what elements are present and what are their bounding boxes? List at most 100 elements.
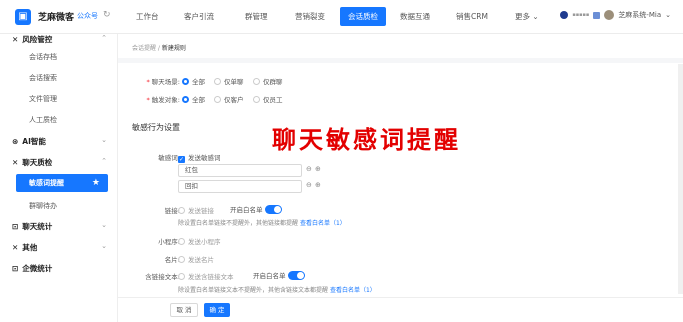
option-label: 仅单聊	[224, 78, 244, 86]
chevron-down-icon[interactable]: ⌄	[101, 136, 107, 144]
tab-sales-crm[interactable]: 销售CRM	[456, 11, 488, 22]
miniapp-option[interactable]: 发送小程序	[178, 236, 221, 246]
remove-circle-icon[interactable]: ⊖	[306, 181, 312, 189]
linktext-option[interactable]: 发送含链接文本	[178, 271, 234, 281]
scene-label-text: 聊天场景:	[151, 78, 180, 86]
form-footer: 取 消 确 定	[118, 297, 683, 322]
sidebar-group-risk[interactable]: ✕ 风险管控	[12, 34, 52, 45]
top-navigation-bar: ▣ 芝麻微客 公众号 ↻ 工作台 客户引流 群管理 营销裂变 会话质检 数据互通…	[0, 0, 683, 34]
section-title: 敏感行为设置	[132, 123, 180, 132]
scene-option-all[interactable]: 全部	[182, 76, 205, 86]
chat-qc-icon: ✕	[12, 158, 19, 167]
scrollbar[interactable]	[678, 64, 683, 294]
sidebar-item-chat-archive[interactable]: 会话存档	[29, 52, 57, 62]
add-circle-icon[interactable]: ⊕	[315, 165, 321, 173]
chevron-down-icon: ⌄	[532, 12, 539, 21]
link-whitelist-toggle[interactable]: 开启白名单	[230, 204, 282, 214]
link-whitelist-view[interactable]: 查看白名单（1）	[300, 220, 346, 227]
link-option[interactable]: 发送链接	[178, 205, 214, 215]
scene-option-single[interactable]: 仅单聊	[214, 76, 244, 86]
sidebar-group-label: AI智能	[22, 137, 46, 146]
scene-option-group[interactable]: 仅群聊	[253, 76, 283, 86]
linktext-hint-text: 除设置白名单链接文本不提醒外，其他含链接文本都提醒	[178, 287, 329, 294]
checkbox-icon	[178, 256, 185, 263]
option-label: 全部	[192, 78, 205, 86]
sidebar-item-sensitive-word-alert[interactable]: 敏感词提醒 ★	[16, 174, 108, 192]
sidebar-group-other[interactable]: ✕ 其他	[12, 242, 37, 253]
option-label: 发送小程序	[188, 238, 221, 246]
cancel-button[interactable]: 取 消	[170, 303, 198, 317]
overlay-title: 聊天敏感词提醒	[272, 125, 461, 154]
sidebar-item-chat-search[interactable]: 会话搜索	[29, 73, 57, 83]
tab-workbench[interactable]: 工作台	[136, 11, 159, 22]
sidebar-group-label: 企微统计	[22, 264, 53, 273]
option-label: 仅员工	[263, 96, 283, 104]
org-badge-icon	[560, 11, 569, 19]
option-label: 仅群聊	[263, 78, 283, 86]
tab-more-label: 更多	[515, 12, 530, 21]
trigger-option-staff[interactable]: 仅员工	[253, 94, 283, 104]
option-label: 发送链接	[188, 207, 214, 215]
refresh-icon[interactable]: ↻	[103, 10, 111, 20]
tab-session-qc[interactable]: 会话质检	[340, 7, 386, 26]
user-area[interactable]: ▪▪▪▪▪ 芝麻系统-Mia ⌄	[560, 10, 671, 20]
star-icon[interactable]: ★	[92, 174, 100, 192]
sidebar-group-label: 其他	[22, 243, 38, 252]
sidebar-group-ai[interactable]: ⊛ AI智能	[12, 136, 46, 147]
link-hint: 除设置白名单链接不提醒外，其他链接都提醒 查看白名单（1）	[178, 218, 346, 227]
sidebar: ✕ 风险管控 ⌃ 会话存档 会话搜索 文件管理 人工质检 ⊛ AI智能 ⌄ ✕ 聊天质…	[0, 34, 118, 322]
risk-control-icon: ✕	[12, 35, 19, 44]
breadcrumb-parent[interactable]: 会话提醒	[132, 45, 156, 52]
sensitive-checkbox[interactable]: ✓ 发送敏感词	[178, 152, 221, 163]
tab-more[interactable]: 更多 ⌄	[515, 11, 539, 22]
chevron-down-icon[interactable]: ⌄	[101, 221, 107, 229]
sidebar-item-label: 敏感词提醒	[29, 179, 64, 187]
chevron-up-icon[interactable]: ⌃	[101, 157, 107, 165]
scene-label: * 聊天场景:	[146, 78, 180, 86]
toggle-label: 开启白名单	[253, 272, 286, 280]
sidebar-group-wecom-stats[interactable]: ⊡ 企微统计	[12, 263, 52, 274]
tab-customer-acquisition[interactable]: 客户引流	[184, 11, 214, 22]
linktext-whitelist-toggle[interactable]: 开启白名单	[253, 270, 305, 280]
checkbox-label: 发送敏感词	[188, 154, 221, 162]
option-label: 发送名片	[188, 256, 214, 264]
sidebar-item-group-todo[interactable]: 群聊待办	[29, 201, 57, 211]
tab-marketing-fission[interactable]: 营销裂变	[295, 11, 325, 22]
toggle-on-icon[interactable]	[264, 205, 282, 214]
tab-group-management[interactable]: 群管理	[245, 11, 268, 22]
checkbox-checked-icon: ✓	[178, 156, 185, 163]
sensitive-word-input-1[interactable]: 红包	[178, 164, 302, 177]
ai-icon: ⊛	[12, 137, 19, 146]
avatar[interactable]	[604, 10, 615, 20]
miniapp-label: 小程序:	[158, 238, 180, 246]
option-label: 仅客户	[224, 96, 244, 104]
card-option[interactable]: 发送名片	[178, 254, 214, 264]
main-content: 会话提醒 / 新建规则 * 聊天场景: 全部 仅单聊 仅群聊 * 触发对象: 全部 …	[118, 34, 683, 322]
app-logo: ▣	[15, 9, 31, 25]
trigger-option-all[interactable]: 全部	[182, 94, 205, 104]
sidebar-group-chat-qc[interactable]: ✕ 聊天质检	[12, 157, 52, 168]
confirm-button[interactable]: 确 定	[204, 303, 230, 317]
toggle-on-icon[interactable]	[287, 271, 305, 280]
linktext-label: 含链接文本:	[145, 273, 180, 281]
sidebar-group-label: 聊天质检	[22, 158, 53, 167]
chevron-down-icon[interactable]: ⌄	[665, 11, 671, 19]
user-name[interactable]: 芝麻系统-Mia	[618, 10, 661, 20]
sensitive-word-input-2[interactable]: 回扣	[178, 180, 302, 193]
radio-icon	[253, 96, 260, 103]
sidebar-item-manual-qc[interactable]: 人工质检	[29, 115, 57, 125]
tab-data-interop[interactable]: 数据互通	[400, 11, 430, 22]
radio-checked-icon	[182, 78, 189, 85]
chevron-down-icon[interactable]: ⌄	[101, 242, 107, 250]
official-account-link[interactable]: 公众号	[77, 11, 98, 21]
add-circle-icon[interactable]: ⊕	[315, 181, 321, 189]
chevron-up-icon[interactable]: ⌃	[101, 34, 107, 42]
trigger-label: * 触发对象:	[146, 96, 180, 104]
verified-icon	[593, 11, 601, 19]
breadcrumb: 会话提醒 / 新建规则	[132, 45, 186, 52]
sidebar-group-chat-stats[interactable]: ⊡ 聊天统计	[12, 221, 52, 232]
linktext-whitelist-view[interactable]: 查看白名单（1）	[330, 287, 376, 294]
trigger-option-customer[interactable]: 仅客户	[214, 94, 244, 104]
remove-circle-icon[interactable]: ⊖	[306, 165, 312, 173]
sidebar-item-file-management[interactable]: 文件管理	[29, 94, 57, 104]
